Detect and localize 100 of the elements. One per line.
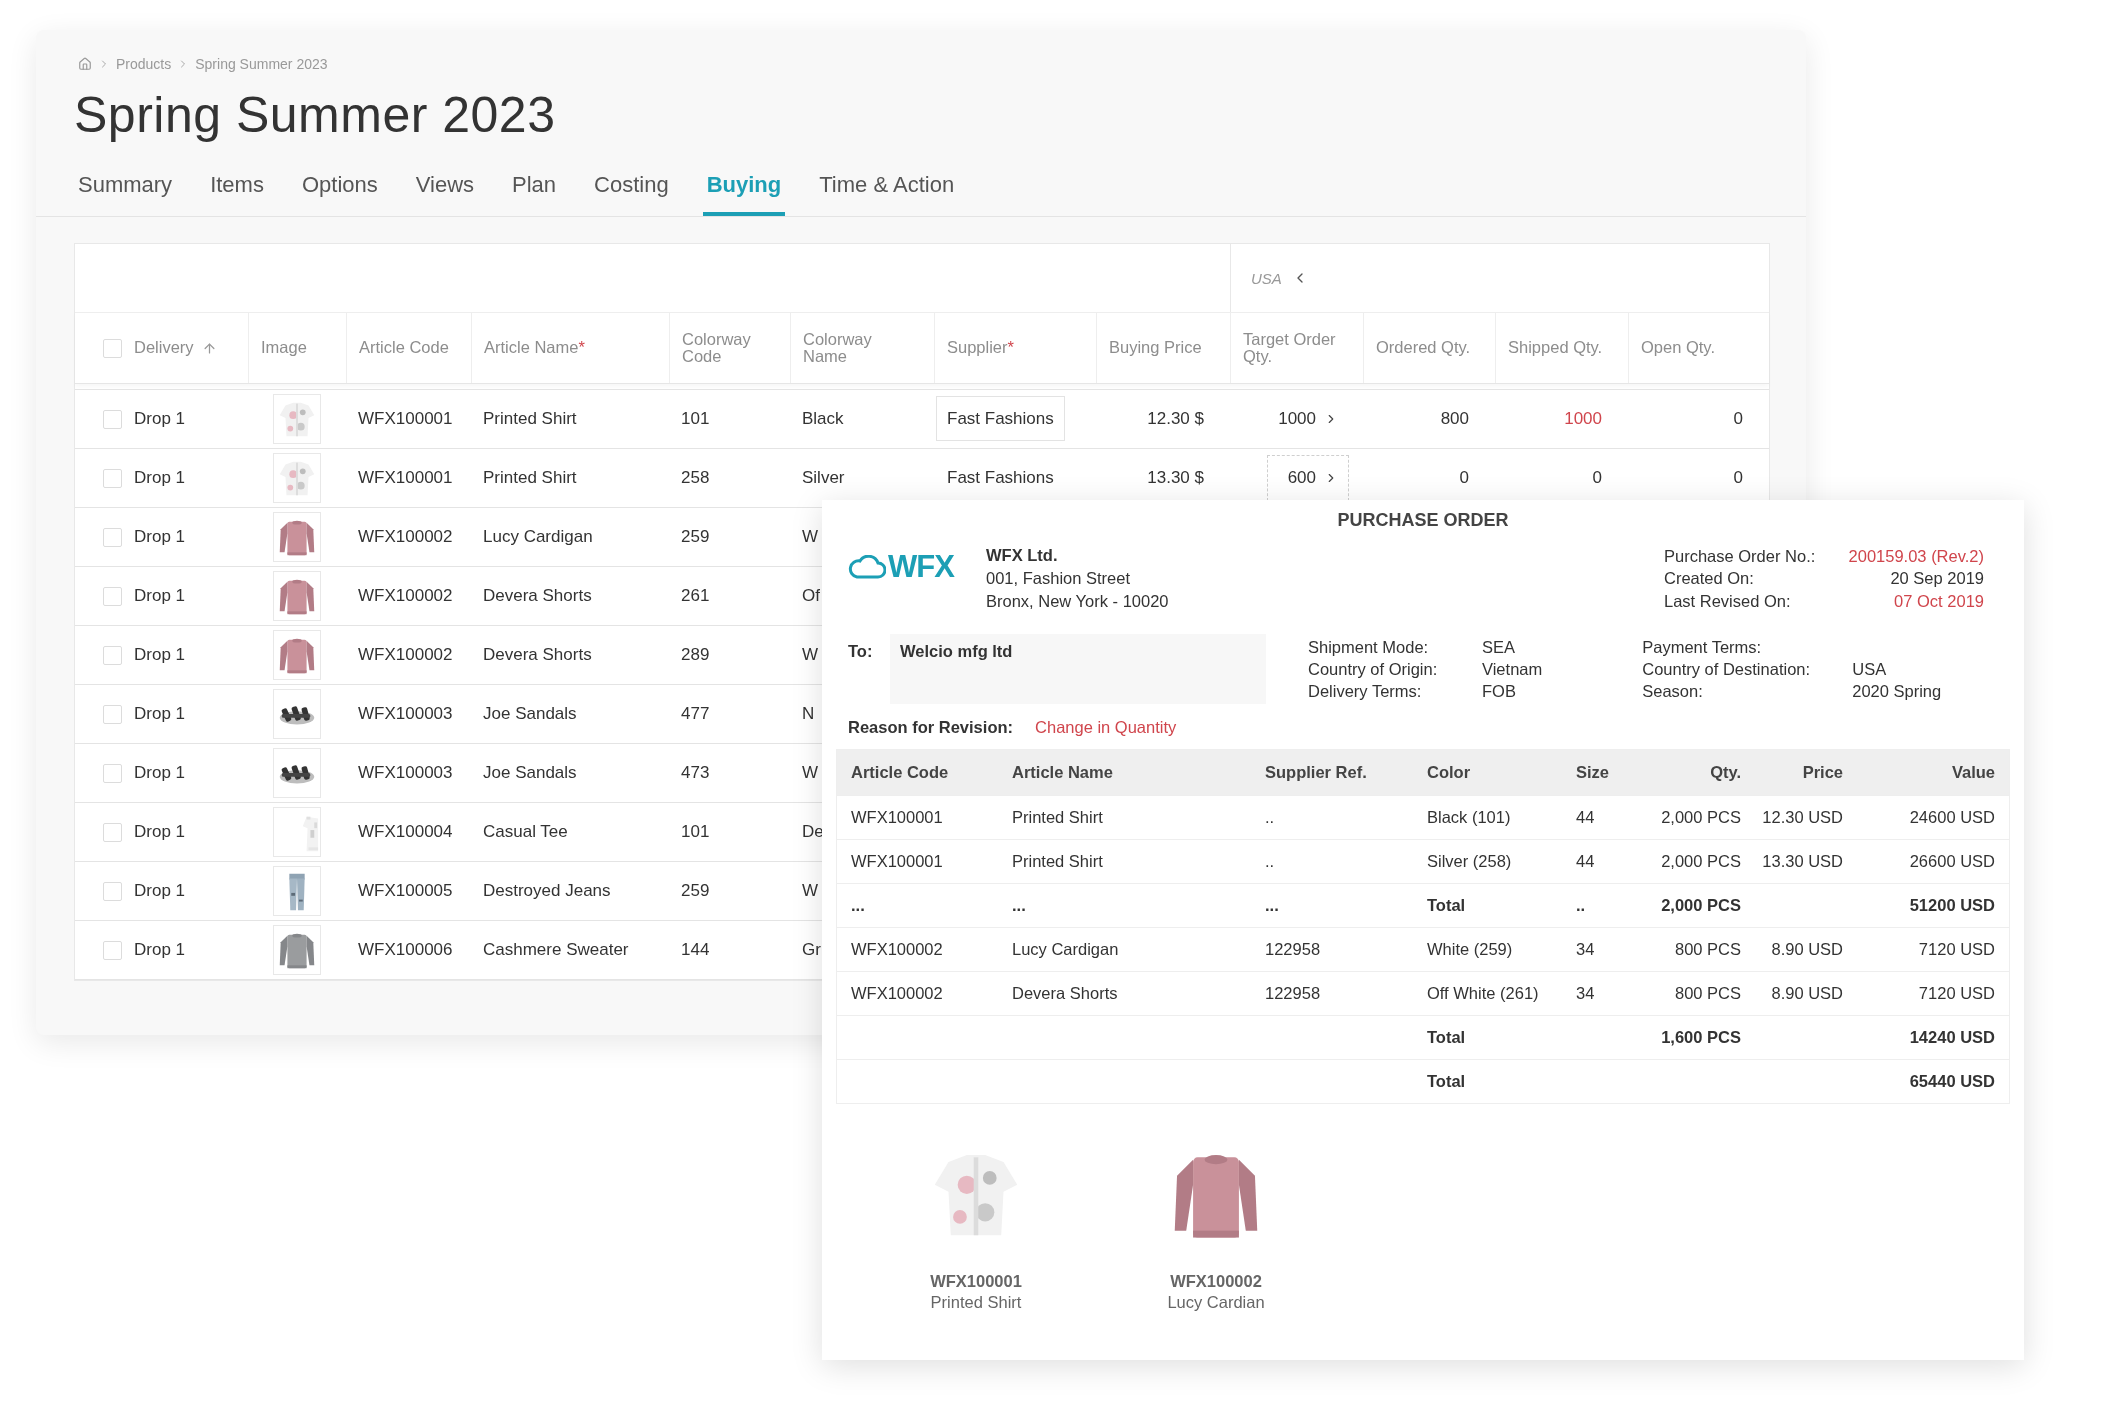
table-cell-text: 1000	[1563, 409, 1603, 429]
table-cell-text: 0	[1732, 468, 1744, 488]
checkbox[interactable]	[103, 586, 122, 606]
checkbox[interactable]	[103, 881, 122, 901]
table-cell-text: Printed Shirt	[482, 468, 577, 488]
table-cell-text: Of	[801, 586, 820, 606]
tab[interactable]: Items	[206, 172, 268, 216]
qty-field[interactable]: 1000	[1257, 396, 1349, 442]
page-title: Spring Summer 2023	[74, 86, 557, 144]
table-cell-text: 144	[680, 940, 710, 960]
table-cell-text: 44	[1576, 852, 1596, 871]
table-cell-text: Drop 1	[133, 763, 186, 783]
field-label: Delivery Terms:	[1308, 681, 1423, 702]
tab[interactable]: Costing	[590, 172, 673, 216]
recipient-box: Welcio mfg ltd	[890, 634, 1266, 704]
tab[interactable]: Views	[411, 172, 479, 216]
checkbox[interactable]	[103, 645, 122, 665]
filter-value[interactable]: USA	[1251, 269, 1282, 287]
column-header[interactable]: Article Name*	[484, 339, 585, 357]
table-cell-text: Drop 1	[133, 822, 186, 842]
table-cell-text: White (259)	[1427, 940, 1514, 959]
table-cell-text: 12.30 USD	[1761, 808, 1843, 827]
table-cell-text: 122958	[1265, 984, 1322, 1003]
table-cell-text: WFX100001	[357, 409, 453, 429]
table-cell-text: WFX100002	[851, 984, 944, 1003]
table-cell-text: ..	[1576, 896, 1587, 915]
sort-up-icon[interactable]	[201, 340, 217, 356]
checkbox[interactable]	[103, 409, 122, 429]
column-header[interactable]: Buying Price	[1109, 339, 1202, 357]
checkbox[interactable]	[103, 338, 122, 358]
tab[interactable]: Options	[297, 172, 382, 216]
field-value: USA	[1852, 659, 1888, 680]
tab[interactable]: Summary	[74, 172, 177, 216]
table-cell-text: Cashmere Sweater	[482, 940, 629, 960]
tab[interactable]: Buying	[702, 172, 786, 216]
cloud-icon	[848, 555, 886, 579]
table-cell-text: W	[801, 881, 819, 901]
column-header[interactable]: Delivery	[134, 339, 194, 357]
column-header[interactable]: Ordered Qty.	[1376, 339, 1471, 357]
table-cell-text: 12.30 $	[1146, 409, 1205, 429]
column-header[interactable]: Colorway Name	[803, 330, 899, 366]
table-cell-text: Printed Shirt	[482, 409, 577, 429]
table-cell-text: W	[801, 527, 819, 547]
table-cell-text: Casual Tee	[482, 822, 568, 842]
table-cell-text: WFX100001	[851, 852, 944, 871]
field-value: 200159.03 (Rev.2)	[1847, 546, 1984, 567]
table-cell-text: Black (101)	[1427, 808, 1512, 827]
checkbox[interactable]	[103, 468, 122, 488]
checkbox[interactable]	[103, 704, 122, 724]
column-header[interactable]: Article Code	[359, 339, 449, 357]
table-cell-text: 0	[1458, 468, 1470, 488]
table-cell-text: 101	[680, 822, 710, 842]
field-label: To:	[848, 641, 874, 662]
column-header: Price	[1801, 763, 1843, 782]
column-header[interactable]: Supplier*	[947, 339, 1014, 357]
table-cell-text: WFX100001	[851, 808, 944, 827]
supplier-field[interactable]: Fast Fashions	[936, 396, 1065, 441]
checkbox[interactable]	[103, 822, 122, 842]
checkbox[interactable]	[103, 763, 122, 783]
field-label: Season:	[1642, 681, 1704, 702]
field-label: Payment Terms:	[1642, 637, 1763, 658]
table-cell-text: Destroyed Jeans	[482, 881, 611, 901]
column-header[interactable]: Open Qty.	[1641, 339, 1715, 357]
column-header[interactable]: Image	[261, 339, 307, 357]
home-icon[interactable]	[78, 57, 92, 71]
table-cell-text: Total	[1427, 1072, 1467, 1091]
column-header: Value	[1950, 763, 1995, 782]
column-header[interactable]: Shipped Qty.	[1508, 339, 1603, 357]
address-line: 001, Fashion Street	[986, 568, 1131, 589]
table-cell-text: Silver (258)	[1427, 852, 1513, 871]
table-cell-text: 800 PCS	[1673, 940, 1741, 959]
breadcrumb-link[interactable]: Spring Summer 2023	[195, 56, 328, 72]
column-header[interactable]: Colorway Code	[682, 330, 778, 366]
table-cell-text: Total	[1427, 1028, 1467, 1047]
tab[interactable]: Plan	[508, 172, 561, 216]
table-cell-text: Silver	[801, 468, 845, 488]
table-cell-text: 101	[680, 409, 710, 429]
column-header[interactable]: Target Order Qty.	[1243, 330, 1339, 366]
table-cell-text: Joe Sandals	[482, 704, 577, 724]
checkbox[interactable]	[103, 940, 122, 960]
table-cell-text: WFX100005	[357, 881, 453, 901]
tab[interactable]: Time & Action	[815, 172, 959, 216]
table-cell-text: 261	[680, 586, 710, 606]
field-label: Last Revised On:	[1664, 590, 1792, 612]
table-cell-text: 477	[680, 704, 710, 724]
field-value: 07 Oct 2019	[1893, 590, 1984, 612]
table-cell-text: 122958	[1265, 940, 1322, 959]
table-cell-text: ...	[851, 896, 866, 915]
table-cell-text: Drop 1	[133, 881, 186, 901]
table-cell-text: 8.90 USD	[1770, 984, 1843, 1003]
table-cell-text: WFX100002	[357, 586, 453, 606]
logo-text: WFX	[888, 549, 954, 585]
table-cell-text: Black	[801, 409, 844, 429]
breadcrumb-link[interactable]: Products	[116, 56, 172, 72]
table-cell-text: 26600 USD	[1908, 852, 1995, 871]
column-header: Article Name	[1012, 763, 1114, 782]
field-value: FOB	[1482, 681, 1517, 702]
checkbox[interactable]	[103, 527, 122, 547]
table-cell-text: 51200 USD	[1908, 896, 1995, 915]
field-label: Reason for Revision:	[848, 718, 1014, 737]
